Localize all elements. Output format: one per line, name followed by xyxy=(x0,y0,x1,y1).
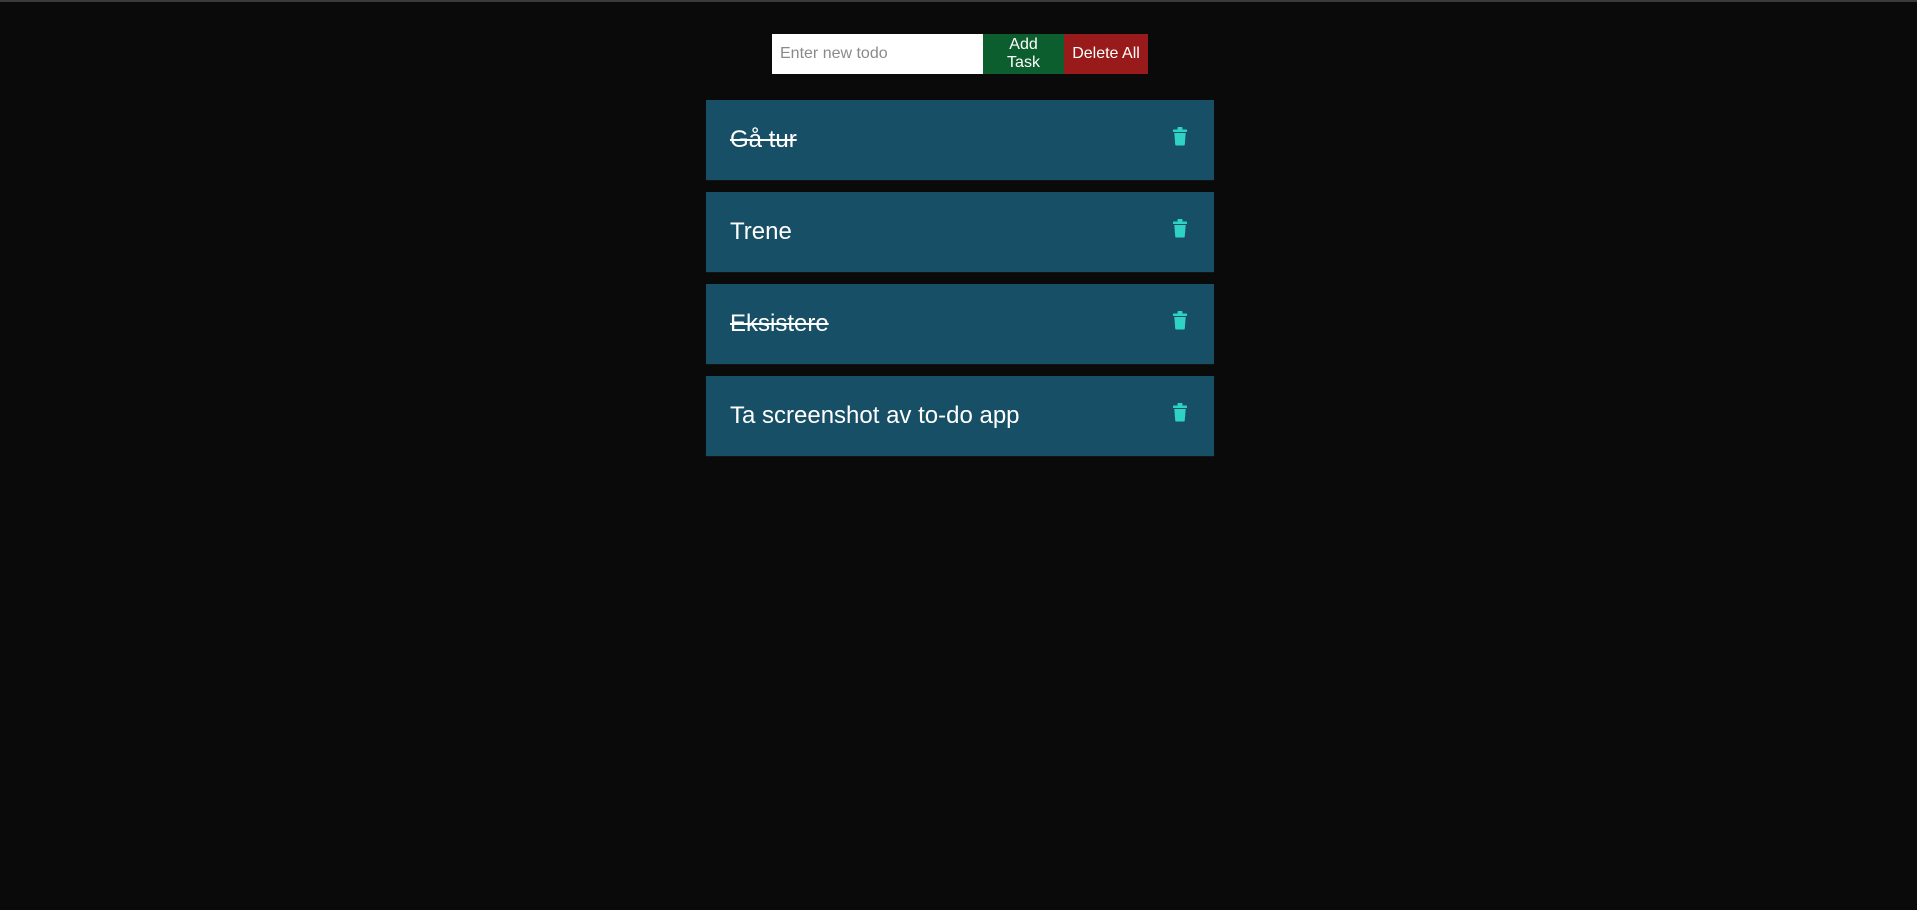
todo-item[interactable]: Trene xyxy=(706,192,1214,272)
todo-text[interactable]: Gå tur xyxy=(730,126,797,154)
todo-item[interactable]: Gå tur xyxy=(706,100,1214,180)
new-todo-input[interactable] xyxy=(772,34,983,74)
window-top-border xyxy=(0,0,1917,2)
todo-item[interactable]: Ta screenshot av to-do app xyxy=(706,376,1214,456)
trash-icon[interactable] xyxy=(1173,310,1187,330)
todo-text[interactable]: Ta screenshot av to-do app xyxy=(730,402,1020,430)
todo-text[interactable]: Eksistere xyxy=(730,310,829,338)
trash-icon[interactable] xyxy=(1173,218,1187,238)
todo-list: Gå tur Trene Eksistere Ta screenshot av to-… xyxy=(706,100,1214,468)
add-task-button[interactable]: Add Task xyxy=(983,34,1064,74)
todo-form: Add Task Delete All xyxy=(772,34,1148,74)
trash-icon[interactable] xyxy=(1173,402,1187,422)
todo-text[interactable]: Trene xyxy=(730,218,792,246)
trash-icon[interactable] xyxy=(1173,126,1187,146)
todo-item[interactable]: Eksistere xyxy=(706,284,1214,364)
delete-all-button[interactable]: Delete All xyxy=(1064,34,1148,74)
